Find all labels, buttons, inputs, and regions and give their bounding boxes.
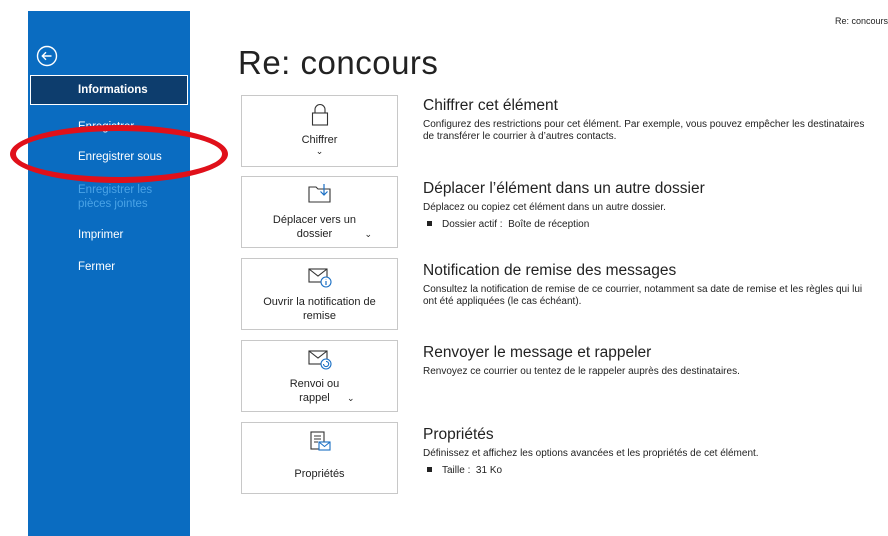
sidebar-item-label: Fermer (78, 261, 116, 273)
backstage-sidebar: Informations Enregistrer Enregistrer sou… (28, 11, 190, 536)
section-heading: Propriétés (423, 426, 494, 443)
section-heading: Déplacer l’élément dans un autre dossier (423, 180, 705, 197)
proprietes-label: Propriétés (294, 468, 345, 480)
sidebar-item-informations[interactable]: Informations (30, 75, 188, 105)
sidebar-item-label: Informations (78, 84, 148, 96)
deplacer-label: Déplacer vers un dossier ⌄ (272, 214, 373, 240)
section-heading: Chiffrer cet élément (423, 97, 558, 114)
chevron-down-icon: ⌄ (361, 229, 373, 239)
sidebar-item-fermer[interactable]: Fermer (28, 257, 190, 277)
chiffrer-button[interactable]: Chiffrer ⌄ (241, 95, 398, 167)
renvoi-description: Renvoyer le message et rappeler Renvoyez… (423, 344, 873, 378)
section-text: Configurez des restrictions pour cet élé… (423, 119, 865, 142)
notification-remise-button[interactable]: Ouvrir la notification de remise (241, 258, 398, 330)
section-text: Définissez et affichez les options avanc… (423, 448, 759, 459)
back-arrow-icon[interactable] (36, 45, 58, 67)
renvoi-rappel-button[interactable]: Renvoi ou rappel ⌄ (241, 340, 398, 412)
taille-info: Taille : 31 Ko (423, 465, 873, 477)
sidebar-item-label: Enregistrer les pièces jointes (78, 184, 153, 210)
mail-resend-icon (307, 350, 332, 370)
section-text: Renvoyez ce courrier ou tentez de le rap… (423, 366, 740, 377)
proprietes-button[interactable]: Propriétés (241, 422, 398, 494)
bullet-icon (427, 467, 432, 473)
sidebar-item-enregistrer-pieces-jointes[interactable]: Enregistrer les pièces jointes (28, 183, 190, 211)
dossier-actif-info: Dossier actif : Boîte de réception (423, 219, 873, 231)
annotation-circle (10, 125, 228, 183)
sidebar-item-label: Imprimer (78, 229, 124, 241)
lock-icon (311, 104, 328, 126)
proprietes-description: Propriétés Définissez et affichez les op… (423, 426, 873, 477)
bullet-icon (427, 221, 432, 227)
window-title: Re: concours (834, 16, 888, 26)
mail-info-icon (307, 268, 332, 288)
sidebar-item-imprimer[interactable]: Imprimer (28, 225, 190, 245)
section-heading: Renvoyer le message et rappeler (423, 344, 652, 361)
notification-description: Notification de remise des messages Cons… (423, 262, 873, 308)
chevron-down-icon: ⌄ (315, 146, 324, 156)
page-title: Re: concours (238, 44, 439, 81)
notification-remise-label: Ouvrir la notification de remise (263, 296, 376, 322)
renvoi-rappel-label: Renvoi ou rappel ⌄ (289, 378, 355, 404)
properties-icon (309, 431, 331, 451)
deplacer-button[interactable]: Déplacer vers un dossier ⌄ (241, 176, 398, 248)
chevron-down-icon: ⌄ (344, 393, 355, 403)
section-text: Consultez la notification de remise de c… (423, 284, 863, 307)
section-text: Déplacez ou copiez cet élément dans un a… (423, 202, 666, 213)
deplacer-description: Déplacer l’élément dans un autre dossier… (423, 180, 873, 231)
section-heading: Notification de remise des messages (423, 262, 677, 279)
chiffrer-description: Chiffrer cet élément Configurez des rest… (423, 97, 873, 143)
folder-move-icon (307, 184, 331, 203)
